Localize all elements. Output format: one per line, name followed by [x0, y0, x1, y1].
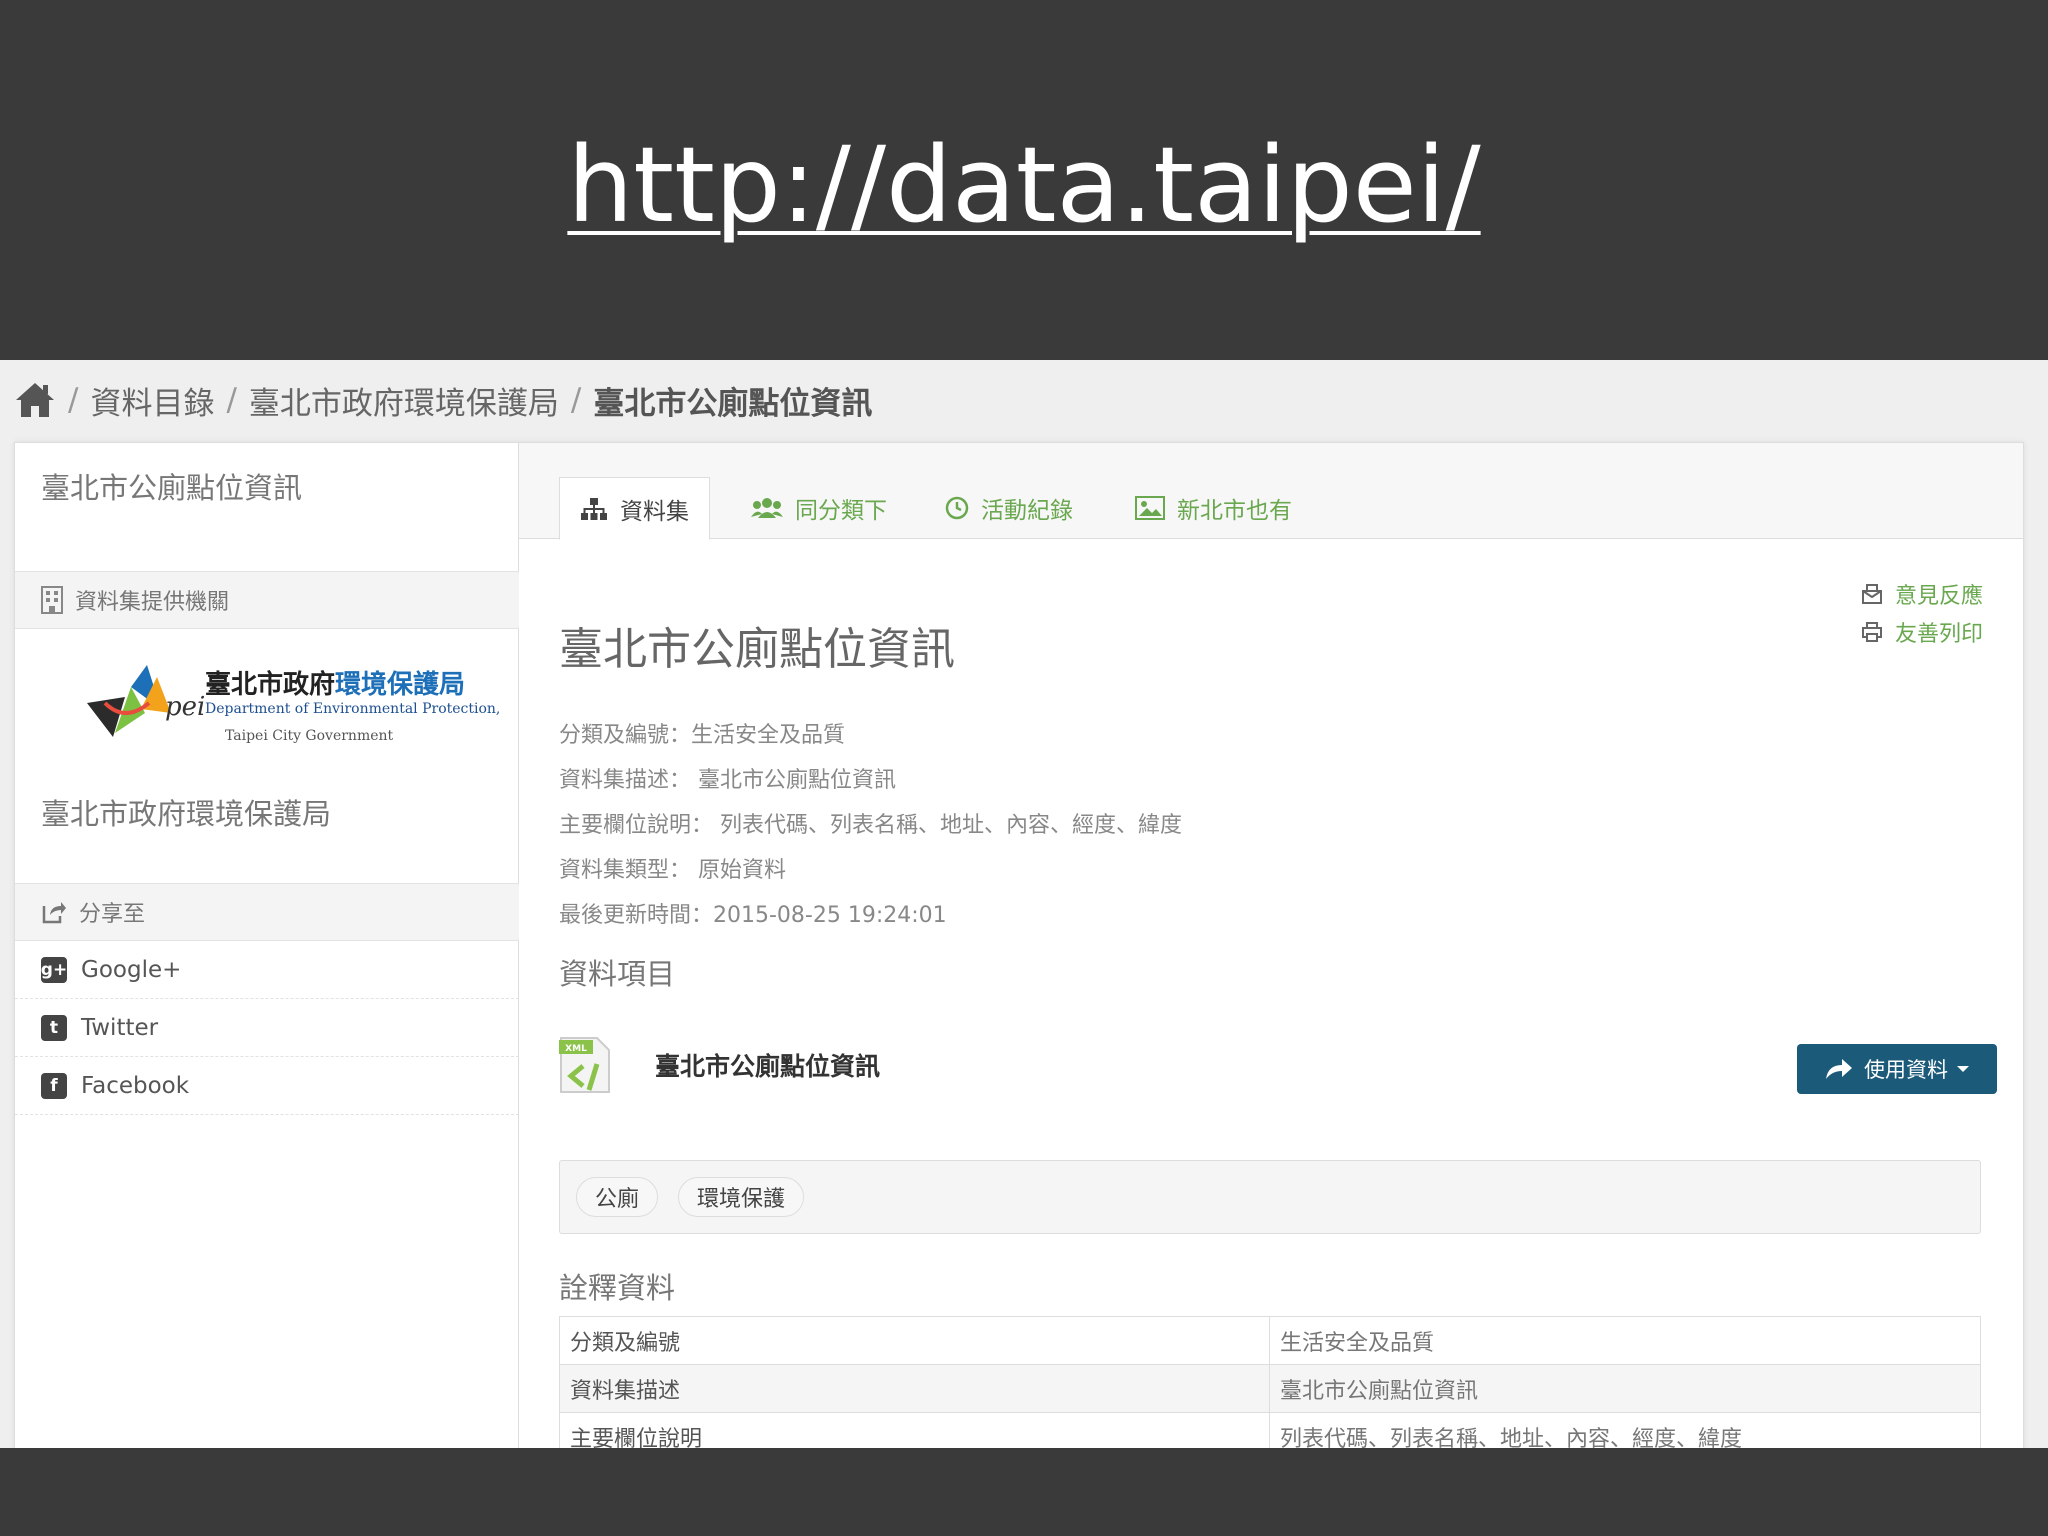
print-link[interactable]: 友善列印 — [1861, 613, 1983, 651]
metadata-key: 分類及編號 — [559, 1316, 1270, 1365]
svg-text:Taipei City Government: Taipei City Government — [225, 728, 394, 744]
table-row: 主要欄位說明 列表代碼、列表名稱、地址、內容、經度、緯度 — [559, 1412, 1981, 1448]
main-content: 資料集 同分類下 活動紀錄 新北市也有 意見反應 友善列印 臺北市公廁點位資訊 … — [519, 443, 2023, 1448]
svg-text:XML: XML — [565, 1044, 587, 1054]
tag-toilet[interactable]: 公廁 — [576, 1177, 659, 1217]
feedback-icon — [1861, 584, 1882, 604]
meta-updated: 最後更新時間：2015-08-25 19:24:01 — [559, 903, 947, 928]
metadata-label: 詮釋資料 — [559, 1271, 676, 1305]
breadcrumb-item-agency[interactable]: 臺北市政府環境保護局 — [249, 378, 559, 423]
home-icon[interactable] — [14, 380, 56, 420]
side-links: 意見反應 友善列印 — [1861, 575, 1983, 651]
tag-environment[interactable]: 環境保護 — [678, 1177, 805, 1217]
breadcrumb: / 資料目錄 / 臺北市政府環境保護局 / 臺北市公廁點位資訊 — [14, 370, 872, 430]
slide-bottom-band — [0, 1448, 2048, 1536]
share-arrow-icon — [1826, 1059, 1852, 1079]
facebook-icon: f — [41, 1072, 67, 1099]
tab-dataset[interactable]: 資料集 — [559, 477, 710, 540]
breadcrumb-item-catalog[interactable]: 資料目錄 — [90, 378, 214, 423]
clock-icon — [945, 496, 969, 520]
use-data-button[interactable]: 使用資料 — [1797, 1044, 1997, 1094]
meta-description: 資料集描述： 臺北市公廁點位資訊 — [559, 768, 896, 793]
metadata-value: 列表代碼、列表名稱、地址、內容、經度、緯度 — [1269, 1412, 1981, 1448]
meta-fields: 主要欄位說明： 列表代碼、列表名稱、地址、內容、經度、緯度 — [559, 813, 1182, 838]
svg-text:Department of Environmental Pr: Department of Environmental Protection, — [205, 701, 500, 717]
slide-title-text: http://data.taipei/ — [567, 124, 1481, 246]
sitemap-icon — [581, 497, 607, 520]
browser-screenshot: / 資料目錄 / 臺北市政府環境保護局 / 臺北市公廁點位資訊 臺北市公廁點位資… — [0, 360, 2048, 1448]
slide-title: http://data.taipei/ — [0, 120, 2048, 250]
share-header: 分享至 — [15, 883, 519, 941]
svg-text:環境保護局: 環境保護局 — [335, 669, 465, 700]
resource-name[interactable]: 臺北市公廁點位資訊 — [655, 1047, 880, 1083]
svg-text:pei: pei — [165, 692, 205, 722]
print-icon — [1861, 622, 1882, 642]
building-icon — [41, 586, 63, 614]
google-plus-icon: g+ — [41, 956, 67, 983]
metadata-value: 生活安全及品質 — [1269, 1316, 1981, 1365]
share-google-plus[interactable]: g+ Google+ — [15, 941, 519, 999]
caret-down-icon — [1957, 1066, 1969, 1072]
tab-activity-log[interactable]: 活動紀錄 — [925, 477, 1093, 539]
meta-type: 資料集類型： 原始資料 — [559, 858, 786, 883]
breadcrumb-item-current: 臺北市公廁點位資訊 — [593, 385, 873, 422]
share-icon — [42, 902, 66, 924]
org-logo[interactable]: pei 臺北市政府 環境保護局 Department of Environmen… — [85, 663, 505, 753]
tag-box: 公廁 環境保護 — [559, 1160, 1981, 1234]
share-twitter[interactable]: t Twitter — [15, 999, 519, 1057]
metadata-key: 主要欄位說明 — [559, 1412, 1270, 1448]
sidebar: 臺北市公廁點位資訊 資料集提供機關 pei 臺北市政府 環境保護局 Depart… — [15, 443, 519, 1448]
items-label: 資料項目 — [559, 957, 676, 991]
svg-text:臺北市政府: 臺北市政府 — [205, 669, 335, 700]
tab-new-taipei[interactable]: 新北市也有 — [1115, 477, 1312, 539]
share-facebook[interactable]: f Facebook — [15, 1057, 519, 1115]
feedback-link[interactable]: 意見反應 — [1861, 575, 1983, 613]
table-row: 資料集描述 臺北市公廁點位資訊 — [559, 1364, 1981, 1413]
org-name[interactable]: 臺北市政府環境保護局 — [41, 791, 331, 833]
meta-category: 分類及編號：生活安全及品質 — [559, 723, 846, 748]
metadata-table: 分類及編號 生活安全及品質 資料集描述 臺北市公廁點位資訊 主要欄位說明 列表代… — [559, 1316, 1981, 1448]
sidebar-title: 臺北市公廁點位資訊 — [41, 471, 303, 505]
xml-file-icon[interactable]: XML — [559, 1036, 611, 1094]
dataset-title: 臺北市公廁點位資訊 — [559, 624, 955, 675]
metadata-key: 資料集描述 — [559, 1364, 1270, 1413]
tab-same-category[interactable]: 同分類下 — [731, 477, 907, 539]
content-panel: 臺北市公廁點位資訊 資料集提供機關 pei 臺北市政府 環境保護局 Depart… — [14, 442, 2024, 1448]
table-row: 分類及編號 生活安全及品質 — [559, 1316, 1981, 1365]
metadata-value: 臺北市公廁點位資訊 — [1269, 1364, 1981, 1413]
image-icon — [1135, 496, 1165, 520]
users-icon — [751, 498, 783, 518]
twitter-icon: t — [41, 1014, 67, 1041]
tab-bar: 資料集 同分類下 活動紀錄 新北市也有 — [519, 443, 2023, 540]
provider-header: 資料集提供機關 — [15, 571, 519, 629]
